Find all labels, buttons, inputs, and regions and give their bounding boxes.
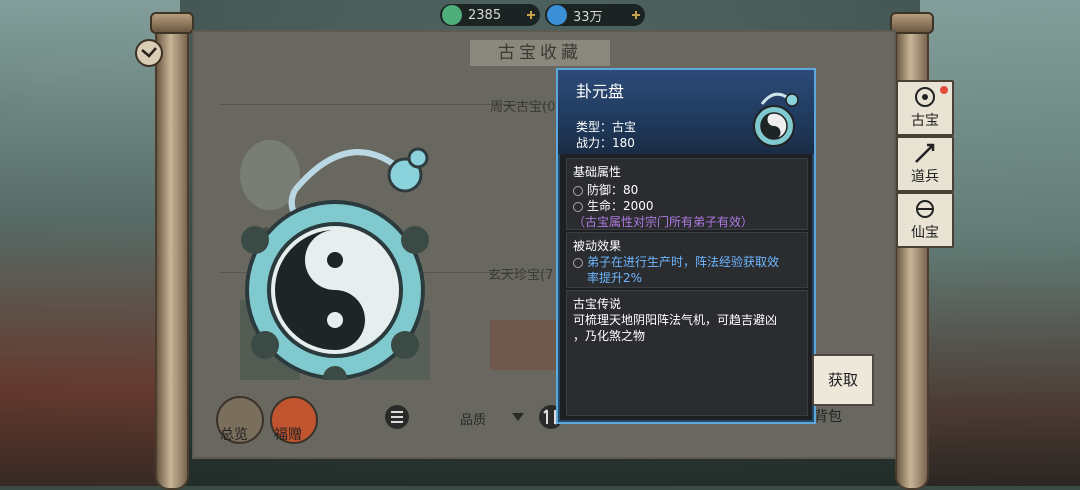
list-icon[interactable] <box>384 404 410 430</box>
hp-row: 生命：2000 <box>573 197 654 214</box>
lore-card: 古宝传说 可梳理天地阴阳阵法气机，可趋吉避凶 ，乃化煞之物 <box>566 290 808 416</box>
bullet-icon <box>573 201 583 212</box>
passive-effect-header: 被动效果 <box>573 239 622 253</box>
tab-label: 古宝 <box>911 113 939 129</box>
bag-label[interactable]: 背包 <box>814 406 842 426</box>
collection-item-slot[interactable] <box>490 320 560 370</box>
passive-effect-card: 被动效果 弟子在进行生产时，阵法经验获取效 率提升2% <box>566 232 808 288</box>
scroll-cap-right-top <box>890 12 934 34</box>
bullet-icon <box>573 257 583 268</box>
overview-label: 总览 <box>220 427 248 443</box>
passive-effect-line1: 弟子在进行生产时，阵法经验获取效 <box>573 253 779 270</box>
water-drop-icon <box>547 5 567 25</box>
tab-ancient-treasure[interactable]: 古宝 <box>896 80 954 136</box>
chevron-down-icon <box>512 413 524 421</box>
background-left-scenery <box>0 0 180 486</box>
section-header-xuantian: 玄天珍宝(7 <box>488 268 554 283</box>
filter-label: 品质 <box>460 413 487 428</box>
taiji-pendant-icon <box>753 92 799 147</box>
resource-water[interactable]: 33万 <box>545 4 645 26</box>
tooltip-header: 卦元盘 类型：古宝 战力：180 <box>558 70 814 154</box>
tab-immortal-treasure[interactable]: 仙宝 <box>896 192 954 248</box>
base-attributes-header: 基础属性 <box>573 165 622 179</box>
plus-icon[interactable] <box>526 10 536 20</box>
close-scroll-icon[interactable] <box>132 38 166 68</box>
item-name: 卦元盘 <box>576 82 625 101</box>
item-type: 类型：古宝 <box>576 120 637 134</box>
base-attributes-card: 基础属性 防御：80 生命：2000 （古宝属性对宗门所有弟子有效） <box>566 158 808 230</box>
hp-value: 生命：2000 <box>587 199 654 213</box>
bullet-icon <box>573 185 583 196</box>
lore-header: 古宝传说 <box>573 297 622 311</box>
weapon-icon <box>915 143 935 163</box>
lore-line1: 可梳理天地阴阳阵法气机，可趋吉避凶 <box>573 313 778 327</box>
defense-value: 防御：80 <box>587 183 639 197</box>
immortal-treasure-icon <box>916 200 934 218</box>
defense-row: 防御：80 <box>573 181 638 198</box>
passive-text-1: 弟子在进行生产时，阵法经验获取效 <box>587 255 780 269</box>
notification-dot <box>940 86 948 94</box>
scroll-rod-left <box>155 16 189 490</box>
jade-coin-icon <box>442 5 462 25</box>
passive-effect-line2: 率提升2% <box>587 271 643 285</box>
tab-weapon[interactable]: 道兵 <box>896 136 954 192</box>
blessing-label: 福赠 <box>274 427 302 443</box>
get-button[interactable]: 获取 <box>812 354 874 406</box>
ancient-treasure-icon <box>915 87 935 107</box>
section-header-zhoutian: 周天古宝(0 <box>490 100 556 115</box>
attribute-note: （古宝属性对宗门所有弟子有效） <box>573 215 754 229</box>
resource-water-value: 33万 <box>573 9 603 25</box>
scroll-cap-left-top <box>150 12 194 34</box>
taiji-pendant-artwork <box>241 147 429 380</box>
tab-label: 仙宝 <box>911 225 939 241</box>
lore-line2: ，乃化煞之物 <box>573 329 646 343</box>
tab-label: 道兵 <box>911 169 939 185</box>
resource-jade[interactable]: 2385 <box>440 4 540 26</box>
item-power: 战力：180 <box>576 136 635 150</box>
item-detail-tooltip: 卦元盘 类型：古宝 战力：180 基础属性 防御：80 生命：2000 （古宝属… <box>556 68 816 424</box>
panel-title: 古宝收藏 <box>470 40 610 66</box>
quality-filter-dropdown[interactable]: 品质 <box>420 404 540 430</box>
plus-icon[interactable] <box>631 10 641 20</box>
resource-jade-value: 2385 <box>468 7 502 23</box>
